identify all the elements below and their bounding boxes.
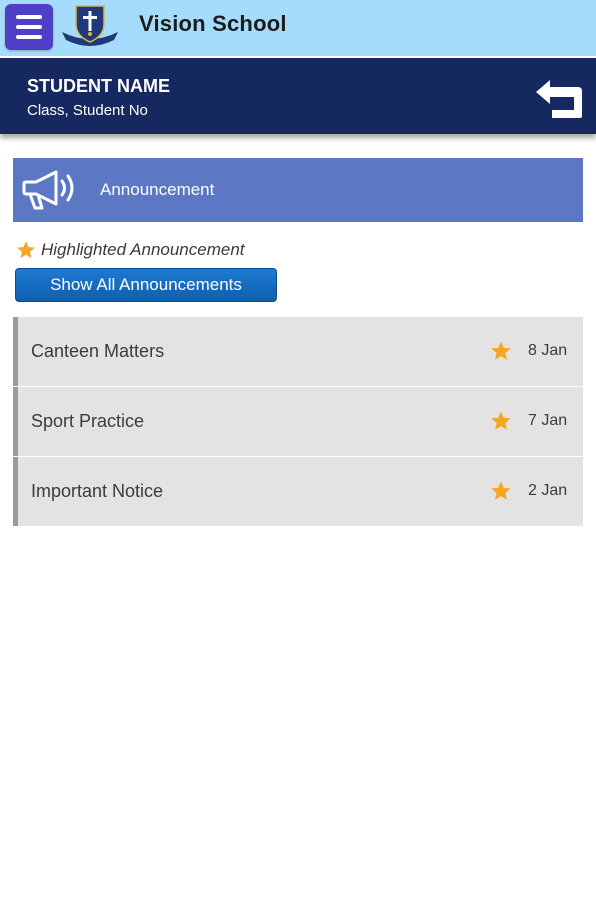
announcement-title: Important Notice bbox=[31, 481, 164, 501]
announcement-item[interactable]: Important Notice 2 Jan bbox=[13, 457, 583, 526]
top-app-bar: Vision School bbox=[0, 0, 596, 56]
announcement-item[interactable]: Sport Practice 7 Jan bbox=[13, 387, 583, 456]
announcement-date: 7 Jan bbox=[528, 412, 568, 429]
menu-line bbox=[16, 15, 42, 19]
hamburger-menu-button[interactable] bbox=[5, 4, 53, 50]
menu-line bbox=[16, 35, 42, 39]
school-crest-logo bbox=[62, 5, 118, 46]
highlight-legend: Highlighted Announcement bbox=[16, 240, 245, 260]
app-title: Vision School bbox=[139, 11, 287, 36]
legend-text: Highlighted Announcement bbox=[41, 240, 245, 259]
show-all-announcements-button[interactable]: Show All Announcements bbox=[15, 268, 277, 302]
announcement-title: Sport Practice bbox=[31, 411, 145, 431]
star-icon bbox=[491, 341, 511, 360]
menu-line bbox=[16, 25, 42, 29]
announcement-list: Canteen Matters 8 Jan Sport Practice 7 J… bbox=[13, 317, 583, 527]
return-arrow-icon[interactable] bbox=[532, 78, 584, 120]
student-name: STUDENT NAME bbox=[27, 76, 170, 96]
student-class-number: Class, Student No bbox=[27, 102, 148, 119]
star-icon bbox=[17, 241, 35, 259]
student-info-bar: STUDENT NAME Class, Student No bbox=[0, 58, 596, 134]
star-icon bbox=[491, 411, 511, 430]
announcement-title: Canteen Matters bbox=[31, 341, 165, 361]
announcement-date: 8 Jan bbox=[528, 342, 568, 359]
announcement-date: 2 Jan bbox=[528, 482, 568, 499]
announcement-item[interactable]: Canteen Matters 8 Jan bbox=[13, 317, 583, 386]
megaphone-icon bbox=[22, 170, 74, 210]
section-title: Announcement bbox=[100, 180, 215, 199]
announcement-section-header: Announcement bbox=[13, 158, 583, 222]
star-icon bbox=[491, 481, 511, 500]
